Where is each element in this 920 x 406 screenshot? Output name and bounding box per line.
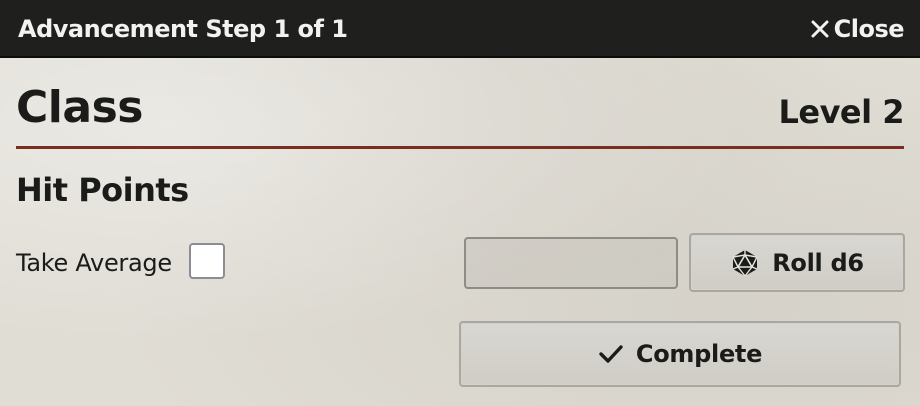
- hit-points-heading: Hit Points: [16, 171, 189, 209]
- roll-d6-button[interactable]: Roll d6: [689, 233, 905, 292]
- close-label: Close: [833, 15, 905, 43]
- roll-button-label: Roll d6: [772, 248, 864, 277]
- class-header: Class Level 2: [16, 80, 904, 144]
- hit-points-input[interactable]: [464, 237, 678, 289]
- d20-dice-icon: [730, 248, 760, 278]
- complete-button[interactable]: Complete: [459, 321, 901, 387]
- checkmark-icon: [598, 343, 624, 365]
- take-average-checkbox[interactable]: [189, 243, 225, 279]
- class-title: Class: [16, 82, 143, 133]
- close-button[interactable]: Close: [810, 13, 905, 45]
- title-bar[interactable]: Advancement Step 1 of 1 Close: [0, 0, 920, 58]
- take-average-label: Take Average: [16, 249, 172, 277]
- header-divider: [16, 146, 904, 149]
- advancement-dialog: Advancement Step 1 of 1 Close Class Leve…: [0, 0, 920, 406]
- level-label: Level 2: [778, 93, 904, 131]
- window-title: Advancement Step 1 of 1: [18, 15, 348, 43]
- complete-button-label: Complete: [635, 340, 763, 368]
- close-icon: [811, 20, 829, 38]
